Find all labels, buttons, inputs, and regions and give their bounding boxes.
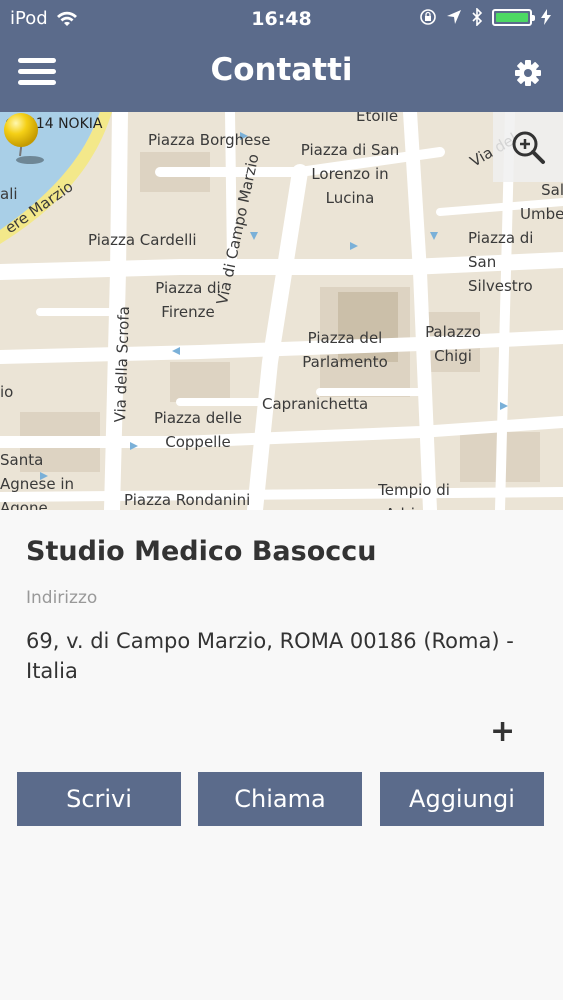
map-label: Tempio di Adriano: [378, 481, 450, 510]
map-label: Piazza del Parlamento: [302, 329, 388, 371]
map-label: Etoile: [356, 112, 399, 125]
contact-name: Studio Medico Basoccu: [26, 536, 377, 567]
call-button[interactable]: Chiama: [198, 772, 362, 826]
map-label: Via della Scrofa: [110, 305, 134, 423]
contact-detail: Studio Medico Basoccu Indirizzo 69, v. d…: [0, 510, 563, 1000]
status-bar: iPod 16:48: [0, 0, 563, 36]
map-label: Sal Umbe: [520, 181, 563, 223]
map-label: Santa Agnese in Agone: [0, 451, 75, 510]
map-label: Piazza di San Silvestro: [468, 229, 534, 295]
map-view[interactable]: ©2014 NOKIA Piazza Borghese Piazza di Sa…: [0, 112, 563, 510]
add-contact-button[interactable]: Aggiungi: [380, 772, 544, 826]
map-label: Capranichetta: [262, 395, 369, 413]
address-label: Indirizzo: [26, 588, 98, 608]
gear-icon[interactable]: [511, 56, 545, 90]
location-pin-icon[interactable]: [0, 112, 48, 172]
map-label: io: [0, 383, 14, 401]
address-text: 69, v. di Campo Marzio, ROMA 00186 (Roma…: [26, 629, 514, 683]
map-label: Piazza Borghese: [148, 131, 271, 149]
top-bar: iPod 16:48 Contatti: [0, 0, 563, 112]
map-label: Piazza di San Lorenzo in Lucina: [300, 141, 400, 207]
location-arrow-icon: [447, 10, 461, 24]
charging-icon: [541, 9, 551, 25]
map-label: Palazzo Chigi: [425, 323, 481, 365]
map-label: Piazza Cardelli: [88, 231, 197, 249]
map-label: Piazza delle Coppelle: [153, 409, 243, 451]
write-button[interactable]: Scrivi: [17, 772, 181, 826]
map-label: ali: [0, 185, 18, 203]
orientation-lock-icon: [420, 9, 436, 25]
add-icon[interactable]: +: [490, 714, 515, 749]
battery-icon: [492, 8, 535, 26]
map-label: Piazza Rondanini: [124, 491, 251, 509]
page-title: Contatti: [210, 52, 353, 88]
zoom-in-icon[interactable]: [493, 112, 563, 182]
navigation-bar: Contatti: [0, 36, 563, 112]
bluetooth-icon: [472, 8, 483, 26]
